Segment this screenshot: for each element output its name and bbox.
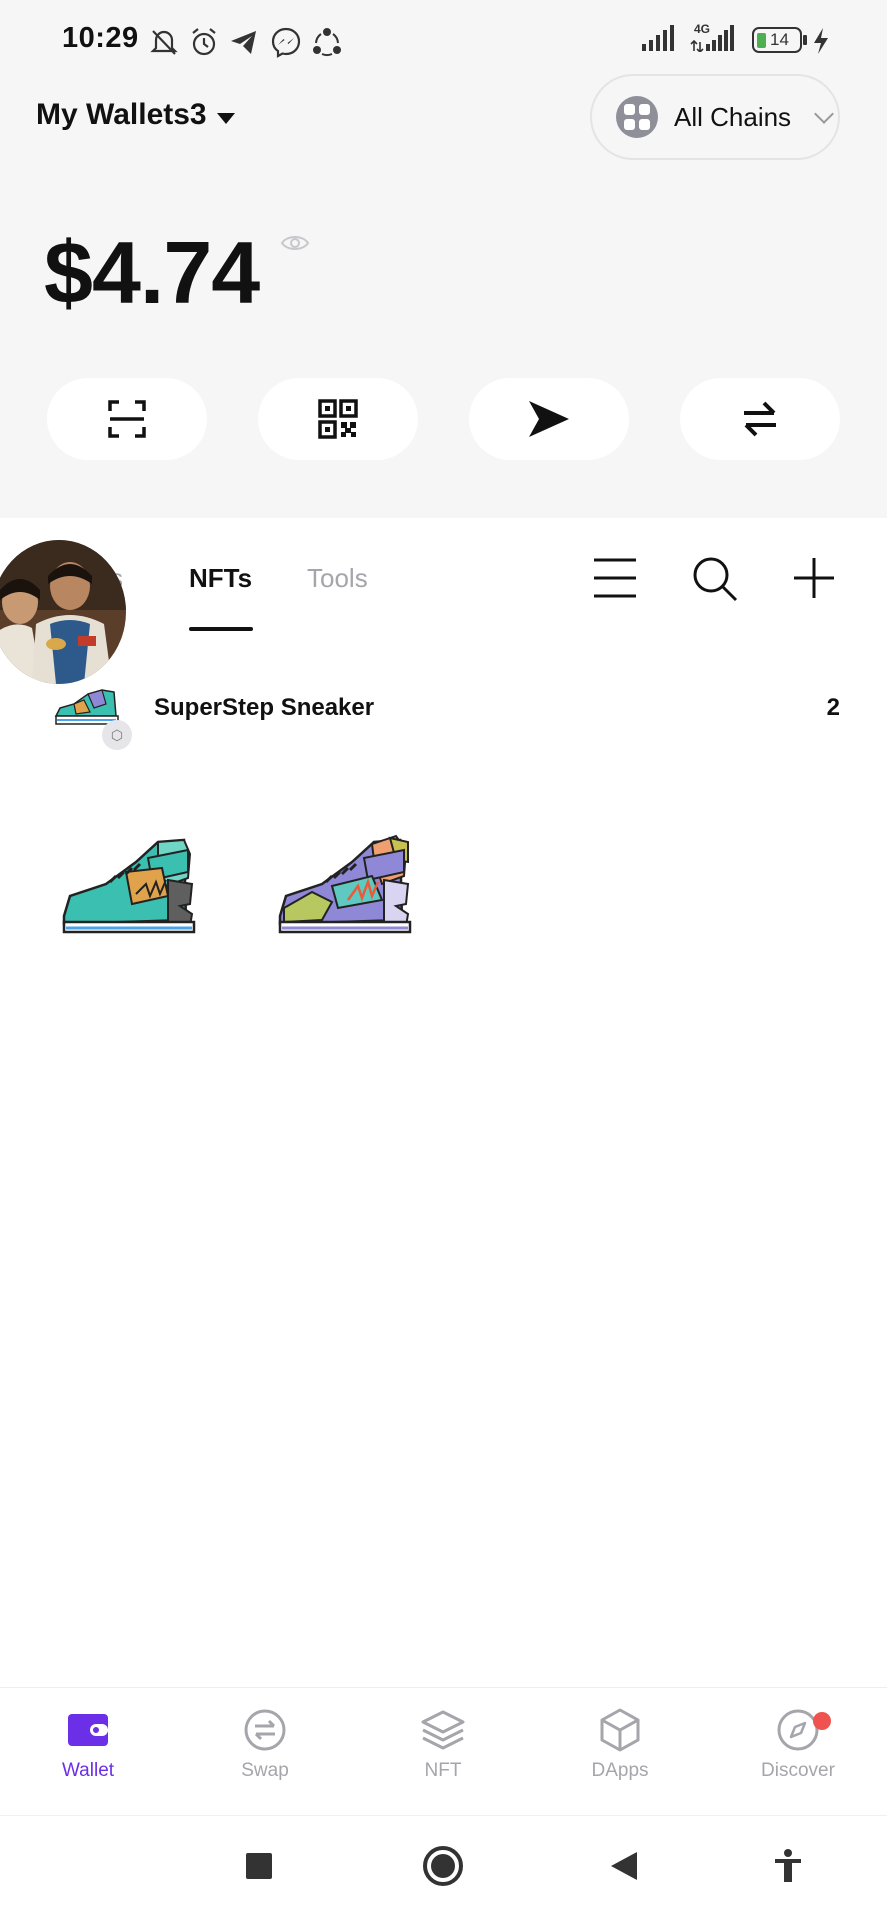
alarm-icon bbox=[192, 28, 216, 56]
charging-bolt-icon bbox=[814, 28, 828, 54]
wallet-name: My Wallets3 bbox=[36, 98, 207, 131]
nav-dapps-label: DApps bbox=[591, 1760, 649, 1781]
signal-icon bbox=[642, 25, 674, 51]
battery-icon: 14 bbox=[752, 27, 802, 53]
battery-tip bbox=[803, 35, 807, 45]
floating-profile-avatar[interactable] bbox=[0, 540, 126, 684]
nav-wallet[interactable]: Wallet bbox=[28, 1706, 148, 1782]
recent-apps-icon[interactable] bbox=[246, 1853, 272, 1879]
system-navigation-bar bbox=[0, 1815, 887, 1921]
menu-icon[interactable] bbox=[592, 556, 638, 600]
nav-discover-label: Discover bbox=[761, 1760, 835, 1781]
back-icon[interactable] bbox=[609, 1850, 639, 1882]
chevron-down-icon bbox=[814, 104, 834, 124]
nav-swap[interactable]: Swap bbox=[205, 1706, 325, 1782]
cube-icon bbox=[600, 1708, 640, 1752]
telegram-icon bbox=[231, 31, 256, 54]
eye-icon[interactable] bbox=[280, 232, 310, 254]
tab-active-indicator bbox=[189, 627, 253, 631]
send-button[interactable] bbox=[469, 378, 629, 460]
chain-selector-button[interactable]: All Chains bbox=[590, 74, 840, 160]
caret-down-icon bbox=[216, 112, 235, 124]
collection-count: 2 bbox=[826, 694, 840, 721]
battery-level: 14 bbox=[770, 30, 789, 49]
qr-code-icon bbox=[318, 399, 358, 439]
add-icon[interactable] bbox=[792, 556, 836, 600]
tab-nfts[interactable]: NFTs bbox=[189, 563, 252, 594]
sneaker-nft-image bbox=[62, 838, 196, 934]
nav-wallet-label: Wallet bbox=[61, 1760, 115, 1781]
scan-icon bbox=[108, 400, 146, 438]
scan-button[interactable] bbox=[47, 378, 207, 460]
sneaker-nft-image bbox=[278, 834, 412, 934]
mute-bell-icon bbox=[150, 30, 178, 55]
compass-icon bbox=[777, 1709, 819, 1751]
collection-name: SuperStep Sneaker bbox=[154, 694, 375, 721]
sync-icon bbox=[313, 28, 341, 57]
nft-card[interactable] bbox=[56, 820, 241, 960]
nav-nft[interactable]: NFT bbox=[383, 1706, 503, 1782]
chain-badge-icon: ⬡ bbox=[102, 720, 132, 750]
total-balance: $4.74 bbox=[44, 223, 260, 322]
chain-selector-label: All Chains bbox=[674, 101, 792, 132]
nav-swap-label: Swap bbox=[241, 1760, 289, 1781]
tab-tools[interactable]: Tools bbox=[307, 563, 368, 594]
search-icon[interactable] bbox=[692, 556, 738, 602]
send-icon bbox=[529, 401, 569, 437]
swap-arrows-icon bbox=[744, 401, 776, 437]
nav-nft-label: NFT bbox=[424, 1760, 462, 1781]
signal-4g-icon bbox=[690, 25, 734, 52]
layers-icon bbox=[421, 1710, 465, 1750]
swap-button[interactable] bbox=[680, 378, 840, 460]
wallet-selector[interactable]: My Wallets3 bbox=[36, 98, 235, 132]
accessibility-icon[interactable] bbox=[773, 1848, 803, 1884]
nav-discover[interactable]: Discover bbox=[738, 1706, 858, 1782]
bottom-navigation: Wallet Swap NFT DApps Discover bbox=[0, 1687, 887, 1816]
swap-icon bbox=[244, 1709, 286, 1751]
nft-card[interactable] bbox=[272, 820, 457, 960]
nav-dapps[interactable]: DApps bbox=[560, 1706, 680, 1782]
status-time: 10:29 bbox=[62, 22, 139, 54]
receive-button[interactable] bbox=[258, 378, 418, 460]
home-icon[interactable] bbox=[423, 1846, 463, 1886]
messenger-icon bbox=[271, 27, 301, 58]
discover-notification-dot bbox=[813, 1712, 831, 1730]
chains-grid-icon bbox=[616, 96, 658, 138]
wallet-icon bbox=[68, 1714, 108, 1746]
nft-collection-row[interactable]: ⬡ SuperStep Sneaker 2 bbox=[54, 686, 840, 750]
